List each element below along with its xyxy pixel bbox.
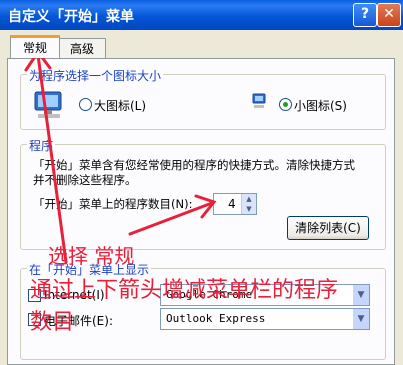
- annotation-step2: 通过上下箭头增减菜单栏的程序: [30, 278, 339, 303]
- tab-general[interactable]: 常规: [10, 35, 60, 58]
- annotation-step2-cont: 数目: [30, 310, 75, 335]
- annotation-step1: 选择 常规: [48, 244, 135, 268]
- customize-start-menu-dialog: 自定义「开始」菜单 ? ✕ 常规 高级 为程序选择一个图标大小 大图标(L) 小…: [0, 0, 403, 365]
